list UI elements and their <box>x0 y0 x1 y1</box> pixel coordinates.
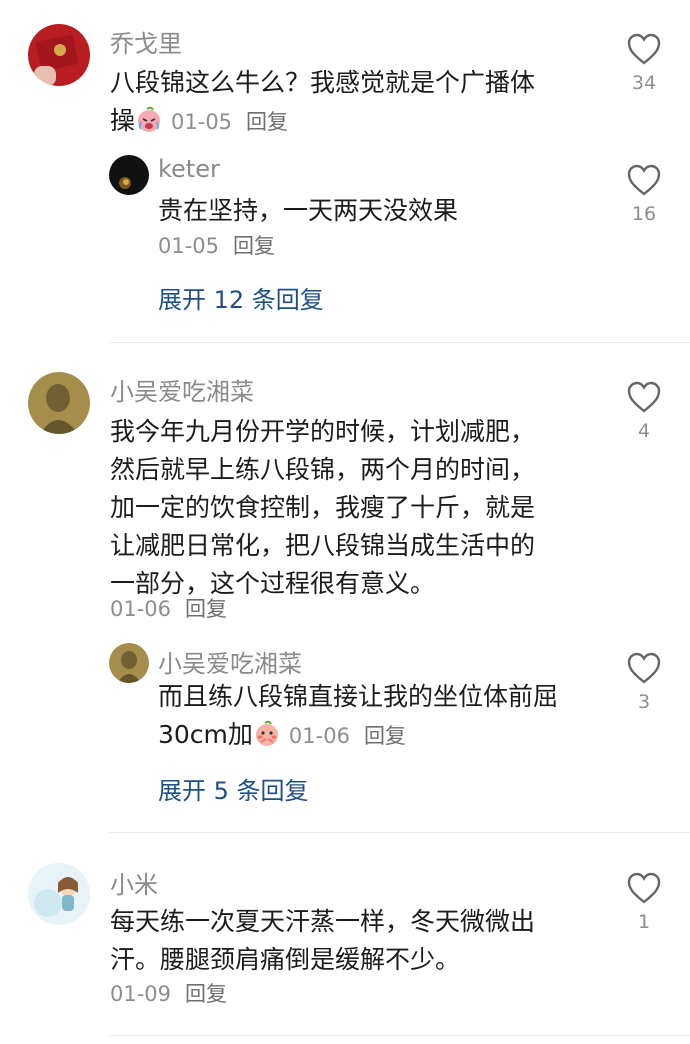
reply-date: 01-06 <box>288 724 350 748</box>
heart-outline-icon <box>627 652 661 684</box>
heart-outline-icon <box>627 164 661 196</box>
comment-text: 我今年九月份开学的时候，计划减肥， 然后就早上练八段锦，两个月的时间， 加一定的… <box>110 413 535 603</box>
divider <box>109 832 690 833</box>
reply-text-fragment: 30cm加 <box>158 720 253 749</box>
reply-date: 01-05 <box>158 234 220 258</box>
avatar[interactable] <box>28 24 90 86</box>
crying-emoji-icon <box>135 106 163 134</box>
reply-button[interactable]: 回复 <box>233 234 275 258</box>
like-count: 16 <box>631 203 657 225</box>
comment-date: 01-09 <box>110 982 172 1006</box>
like-button[interactable]: 4 <box>620 380 668 442</box>
heart-outline-icon <box>627 872 661 904</box>
divider <box>109 342 690 343</box>
comment-text-line: 加一定的饮食控制，我瘦了十斤，就是 <box>110 493 536 522</box>
heart-outline-icon <box>627 381 661 413</box>
comment-text-line: 然后就早上练八段锦，两个月的时间， <box>110 455 536 484</box>
comment-text-fragment: 操 <box>110 106 136 135</box>
reply-button[interactable]: 回复 <box>246 110 288 134</box>
comment-text-line: 八段锦这么牛么？我感觉就是个广播体 <box>110 68 536 97</box>
username[interactable]: keter <box>158 155 220 183</box>
like-button[interactable]: 3 <box>620 651 668 713</box>
like-count: 4 <box>637 420 651 442</box>
like-button[interactable]: 16 <box>620 163 668 225</box>
comment-text-line: 每天练一次夏天汗蒸一样，冬天微微出 <box>110 907 536 936</box>
comment-text-line-2: 操 01-05 回复 <box>110 102 535 141</box>
reply-meta: 01-05 回复 <box>158 230 275 260</box>
avatar[interactable] <box>109 643 149 683</box>
reply-button[interactable]: 回复 <box>364 724 406 748</box>
like-count: 34 <box>631 72 657 94</box>
avatar[interactable] <box>28 372 90 434</box>
comment-text: 每天练一次夏天汗蒸一样，冬天微微出 汗。腰腿颈肩痛倒是缓解不少。 <box>110 903 535 979</box>
comment-date: 01-06 <box>110 597 172 621</box>
expand-replies-link[interactable]: 展开 5 条回复 <box>158 771 309 806</box>
reply-text: 贵在坚持，一天两天没效果 <box>158 196 459 225</box>
shy-emoji-icon <box>253 720 281 748</box>
divider <box>109 1035 690 1036</box>
avatar[interactable] <box>28 863 90 925</box>
like-button[interactable]: 34 <box>620 32 668 94</box>
username[interactable]: 小吴爱吃湘菜 <box>110 372 254 407</box>
heart-outline-icon <box>627 33 661 65</box>
like-count: 1 <box>637 911 651 933</box>
comment-meta: 01-09 回复 <box>110 978 227 1008</box>
comment-date: 01-05 <box>171 110 233 134</box>
avatar[interactable] <box>109 155 149 195</box>
comment-text-line: 汗。腰腿颈肩痛倒是缓解不少。 <box>110 945 461 974</box>
reply-text-line: 而且练八段锦直接让我的坐位体前屈 <box>158 682 559 711</box>
reply-text: 而且练八段锦直接让我的坐位体前屈 30cm加 01-06 回复 <box>158 678 558 755</box>
reply-meta: 01-06 回复 <box>289 724 406 748</box>
username[interactable]: 小米 <box>110 865 158 900</box>
reply-button[interactable]: 回复 <box>185 982 227 1006</box>
reply-text-line-2: 30cm加 01-06 回复 <box>158 716 558 755</box>
comment-meta: 01-05 回复 <box>171 110 288 134</box>
comment-text-line: 我今年九月份开学的时候，计划减肥， <box>110 417 536 446</box>
username[interactable]: 乔戈里 <box>110 24 182 59</box>
expand-replies-link[interactable]: 展开 12 条回复 <box>158 280 324 315</box>
like-button[interactable]: 1 <box>620 871 668 933</box>
username[interactable]: 小吴爱吃湘菜 <box>158 644 302 679</box>
like-count: 3 <box>637 691 651 713</box>
comment-text-line: 让减肥日常化，把八段锦当成生活中的 <box>110 531 536 560</box>
comment-text: 八段锦这么牛么？我感觉就是个广播体 操 01-05 回复 <box>110 64 535 141</box>
comment-meta: 01-06 回复 <box>110 593 227 623</box>
reply-button[interactable]: 回复 <box>185 597 227 621</box>
